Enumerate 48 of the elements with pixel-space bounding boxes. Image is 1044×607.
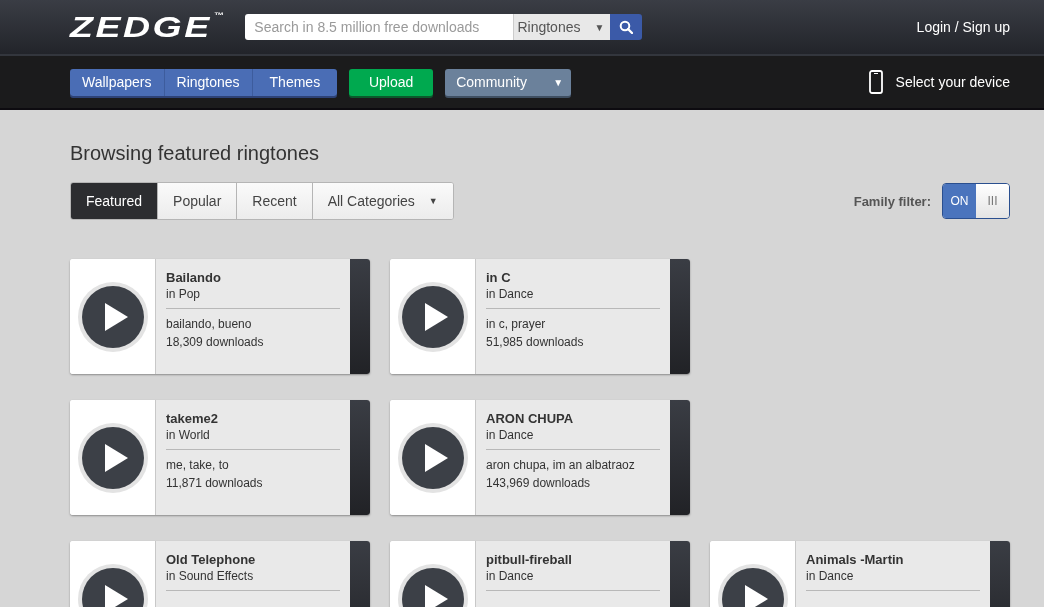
family-filter-label: Family filter: (853, 193, 931, 209)
community-dropdown[interactable]: Community ▼ (445, 68, 572, 96)
download-count: 51,985 downloads (486, 335, 585, 349)
download-count: 11,871 downloads (166, 476, 264, 490)
device-selector[interactable]: Select your device (895, 74, 1010, 90)
download-count: 143,969 downloads (486, 476, 592, 490)
play-button[interactable] (76, 421, 149, 494)
phone-icon[interactable] (868, 70, 883, 94)
ringtone-category: in Dance (486, 287, 660, 309)
ringtone-title[interactable]: in C (486, 270, 660, 285)
ringtone-tags: aron chupa, im an albatraoz (486, 458, 660, 472)
ringtone-category: in Dance (486, 428, 660, 450)
ringtone-title[interactable]: Old Telephone (166, 552, 340, 567)
ringtone-category: in Dance (486, 569, 660, 591)
category-dropdown[interactable]: Ringtones ▼ (513, 14, 611, 40)
section-tab[interactable]: Wallpapers (70, 68, 164, 96)
ringtone-title[interactable]: pitbull-fireball (486, 552, 660, 567)
page-title: Browsing featured ringtones (70, 142, 321, 165)
filter-tab[interactable]: Recent (236, 183, 312, 219)
caret-icon[interactable]: ▼ (428, 196, 438, 206)
ringtone-category: in Pop (166, 287, 340, 309)
search-button[interactable] (610, 14, 643, 40)
search-icon (619, 20, 634, 34)
section-tab[interactable]: Ringtones (163, 68, 252, 96)
play-button[interactable] (76, 280, 149, 353)
trademark: ™ (214, 12, 225, 20)
play-button[interactable] (396, 280, 469, 353)
ringtone-title[interactable]: takeme2 (166, 411, 340, 426)
ringtone-title[interactable]: ARON CHUPA (486, 411, 660, 426)
ringtone-title[interactable]: Bailando (166, 270, 340, 285)
ringtone-category: in Dance (806, 569, 980, 591)
ringtone-tags: in c, prayer (486, 317, 660, 331)
section-tab[interactable]: Themes (251, 68, 338, 96)
download-count: 18,309 downloads (166, 335, 265, 349)
play-button[interactable] (396, 421, 469, 494)
ringtone-tags: bailando, bueno (166, 317, 340, 331)
ringtone-category: in Sound Effects (166, 569, 340, 591)
ringtone-title[interactable]: Animals -Martin (806, 552, 980, 567)
caret-icon[interactable]: ▼ (553, 76, 564, 88)
caret-icon[interactable]: ▼ (594, 21, 605, 33)
family-filter-toggle[interactable]: ON III (942, 183, 1010, 219)
ringtone-category: in World (166, 428, 340, 450)
category-dropdown[interactable]: All Categories ▼ (311, 183, 453, 219)
filter-tab[interactable]: Popular (157, 183, 237, 219)
logo[interactable]: ZEDGE (70, 12, 212, 42)
login-link[interactable]: Login / Sign up (916, 19, 1010, 35)
filter-tab[interactable]: Featured (71, 183, 158, 219)
ringtone-tags: me, take, to (166, 458, 340, 472)
